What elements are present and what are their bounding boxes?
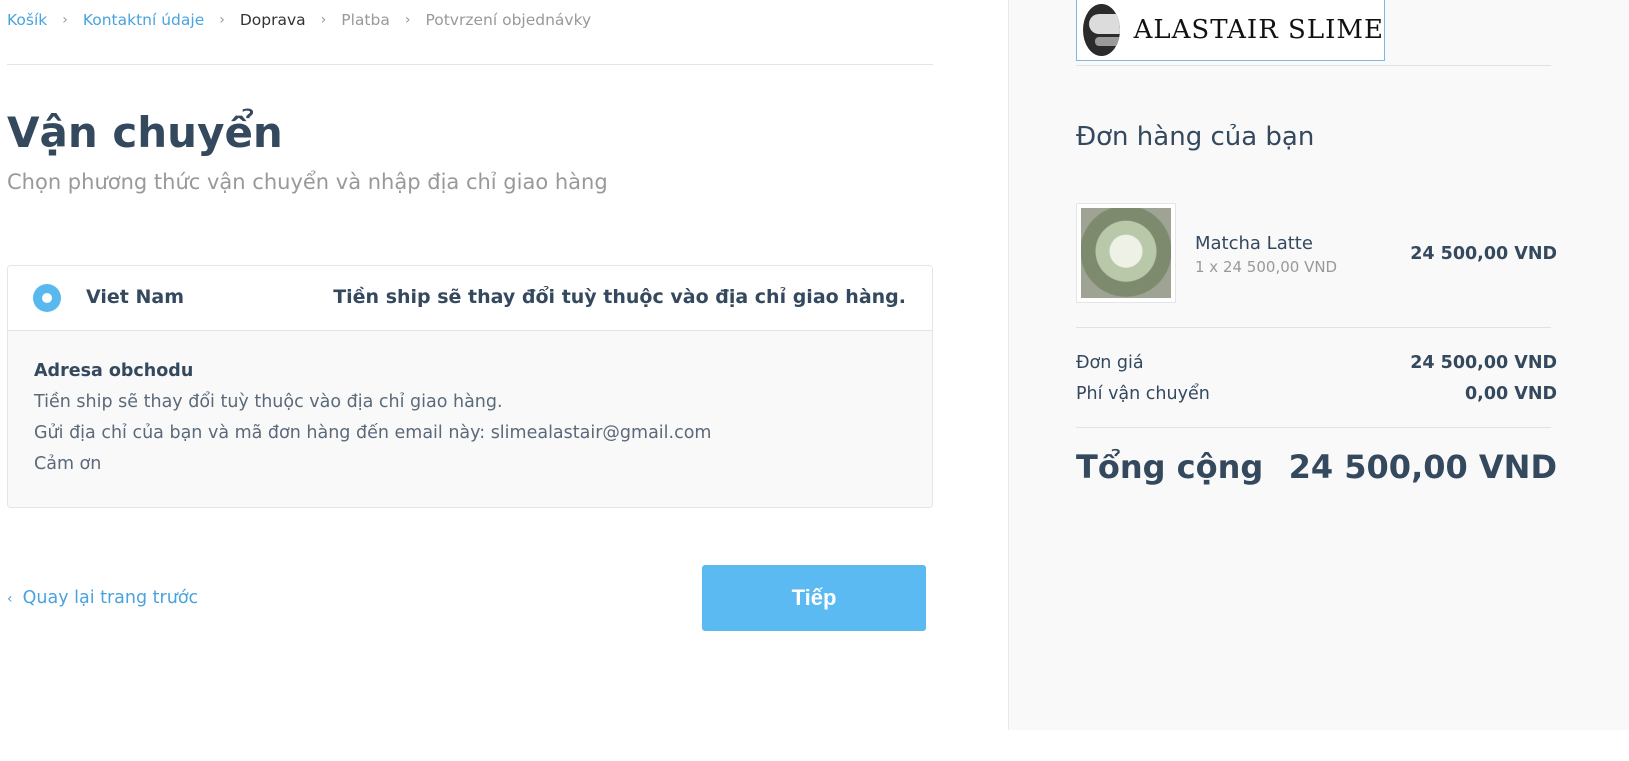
store-logo-text: ALASTAIR SLIME [1133, 14, 1384, 45]
summary-divider [1076, 427, 1551, 428]
shipping-method-box: Viet Nam Tiền ship sẽ thay đổi tuỳ thuộc… [7, 265, 933, 508]
breadcrumb-item-payment: Platba [341, 11, 390, 29]
chevron-right-icon: › [62, 12, 68, 28]
page-title: Vận chuyển [7, 108, 283, 157]
shipping-details-line: Cảm ơn [34, 454, 102, 474]
shipping-details-line: Gửi địa chỉ của bạn và mã đơn hàng đến e… [34, 423, 712, 443]
breadcrumb: Košík › Kontaktní údaje › Doprava › Plat… [7, 9, 591, 31]
unit-price-label: Đơn giá [1076, 353, 1144, 373]
shipping-details-heading: Adresa obchodu [34, 361, 194, 381]
shipping-option-country: Viet Nam [86, 286, 184, 308]
breadcrumb-divider [7, 64, 933, 65]
product-quantity-price: 1 x 24 500,00 VND [1195, 258, 1338, 276]
page-subtitle: Chọn phương thức vận chuyển và nhập địa … [7, 170, 608, 194]
shipping-details: Adresa obchodu Tiền ship sẽ thay đổi tuỳ… [8, 331, 932, 507]
store-logo-mark [1083, 3, 1120, 56]
shipping-option[interactable]: Viet Nam Tiền ship sẽ thay đổi tuỳ thuộc… [8, 266, 932, 331]
next-button[interactable]: Tiếp [702, 565, 926, 631]
back-link-label: Quay lại trang trước [22, 588, 199, 608]
chevron-right-icon: › [320, 12, 327, 28]
breadcrumb-item-contact[interactable]: Kontaktní údaje [83, 11, 204, 29]
shipping-details-line: Tiền ship sẽ thay đổi tuỳ thuộc vào địa … [34, 392, 503, 412]
back-link[interactable]: ‹ Quay lại trang trước [7, 588, 198, 608]
total-label: Tổng cộng [1076, 448, 1264, 486]
unit-price-value: 24 500,00 VND [1410, 353, 1557, 373]
shipping-fee-label: Phí vận chuyển [1076, 384, 1210, 404]
radio-selected-icon[interactable] [33, 284, 61, 312]
chevron-right-icon: › [219, 12, 225, 28]
breadcrumb-item-confirmation: Potvrzení objednávky [425, 11, 592, 29]
chevron-left-icon: ‹ [7, 591, 13, 607]
breadcrumb-item-shipping: Doprava [239, 11, 306, 29]
product-name: Matcha Latte [1195, 233, 1313, 254]
store-logo[interactable]: ALASTAIR SLIME [1076, 0, 1385, 61]
breadcrumb-item-cart[interactable]: Košík [7, 11, 47, 29]
order-title: Đơn hàng của bạn [1076, 122, 1315, 152]
product-thumbnail [1076, 203, 1176, 303]
total-value: 24 500,00 VND [1288, 448, 1557, 486]
product-image [1081, 208, 1171, 298]
shipping-option-note: Tiền ship sẽ thay đổi tuỳ thuộc vào địa … [333, 286, 906, 308]
shipping-fee-value: 0,00 VND [1465, 384, 1557, 404]
checkout-main: Košík › Kontaktní údaje › Doprava › Plat… [0, 0, 1008, 761]
summary-divider [1076, 65, 1551, 66]
chevron-right-icon: › [404, 12, 411, 28]
product-price: 24 500,00 VND [1410, 244, 1557, 264]
summary-divider [1076, 327, 1551, 328]
